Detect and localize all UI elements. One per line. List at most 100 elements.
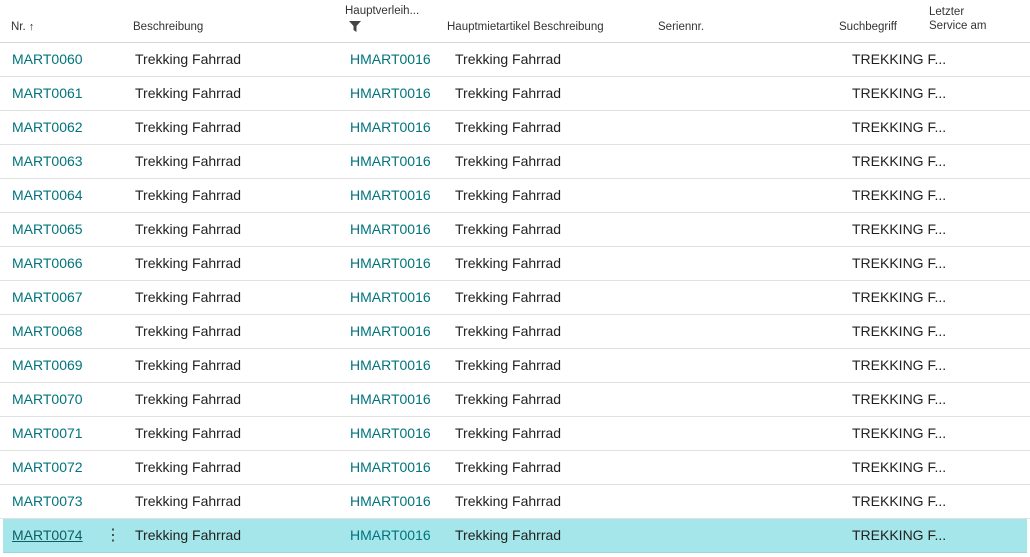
- item-beschreibung: Trekking Fahrrad: [135, 459, 242, 475]
- hauptverleih-link[interactable]: HMART0016: [350, 417, 431, 450]
- table-row[interactable]: MART0073 Trekking Fahrrad HMART0016 Trekkin…: [0, 485, 1030, 519]
- item-nr-link[interactable]: MART0072: [12, 451, 83, 484]
- item-beschreibung: Trekking Fahrrad: [135, 289, 242, 305]
- hauptverleih-link[interactable]: HMART0016: [350, 145, 431, 178]
- item-nr-link[interactable]: MART0065: [12, 213, 83, 246]
- item-beschreibung: Trekking Fahrrad: [135, 425, 242, 441]
- column-header-letzter-service-line2: Service am: [929, 20, 987, 32]
- item-beschreibung: Trekking Fahrrad: [135, 255, 242, 271]
- column-header-nr[interactable]: Nr. ↑: [11, 20, 34, 34]
- table-row[interactable]: MART0069 Trekking Fahrrad HMART0016 Trekkin…: [0, 349, 1030, 383]
- hauptverleih-link[interactable]: HMART0016: [350, 349, 431, 382]
- item-suchbegriff: TREKKING F...: [852, 221, 947, 237]
- hauptmietartikel-beschreibung: Trekking Fahrrad: [455, 527, 562, 543]
- item-nr-link[interactable]: MART0070: [12, 383, 83, 416]
- item-suchbegriff: TREKKING F...: [852, 527, 947, 543]
- hauptmietartikel-beschreibung: Trekking Fahrrad: [455, 153, 562, 169]
- table-row[interactable]: MART0074 Trekking Fahrrad HMART0016 Trekkin…: [3, 519, 1027, 553]
- hauptverleih-link[interactable]: HMART0016: [350, 383, 431, 416]
- item-nr-link[interactable]: MART0062: [12, 111, 83, 144]
- item-beschreibung: Trekking Fahrrad: [135, 153, 242, 169]
- table-row[interactable]: MART0072 Trekking Fahrrad HMART0016 Trekkin…: [0, 451, 1030, 485]
- item-nr-link[interactable]: MART0074: [12, 519, 83, 552]
- table-row[interactable]: MART0066 Trekking Fahrrad HMART0016 Trekkin…: [0, 247, 1030, 281]
- item-suchbegriff: TREKKING F...: [852, 51, 947, 67]
- hauptverleih-link[interactable]: HMART0016: [350, 179, 431, 212]
- item-suchbegriff: TREKKING F...: [852, 187, 947, 203]
- hauptverleih-link[interactable]: HMART0016: [350, 451, 431, 484]
- item-nr-link[interactable]: MART0071: [12, 417, 83, 450]
- more-vertical-icon[interactable]: ⋮: [105, 519, 121, 552]
- item-beschreibung: Trekking Fahrrad: [135, 527, 242, 543]
- item-beschreibung: Trekking Fahrrad: [135, 323, 242, 339]
- table-row[interactable]: MART0067 Trekking Fahrrad HMART0016 Trekkin…: [0, 281, 1030, 315]
- item-nr-link[interactable]: MART0063: [12, 145, 83, 178]
- item-beschreibung: Trekking Fahrrad: [135, 391, 242, 407]
- item-beschreibung: Trekking Fahrrad: [135, 187, 242, 203]
- table-row[interactable]: MART0064 Trekking Fahrrad HMART0016 Trekkin…: [0, 179, 1030, 213]
- item-suchbegriff: TREKKING F...: [852, 493, 947, 509]
- item-beschreibung: Trekking Fahrrad: [135, 357, 242, 373]
- column-header-row: Nr. ↑ Beschreibung Hauptverleih... Hauptm…: [0, 0, 1030, 43]
- hauptmietartikel-beschreibung: Trekking Fahrrad: [455, 255, 562, 271]
- hauptmietartikel-beschreibung: Trekking Fahrrad: [455, 51, 562, 67]
- item-nr-link[interactable]: MART0068: [12, 315, 83, 348]
- table-body: MART0060 Trekking Fahrrad HMART0016 Trekkin…: [0, 43, 1030, 553]
- table-row[interactable]: MART0065 Trekking Fahrrad HMART0016 Trekkin…: [0, 213, 1030, 247]
- item-suchbegriff: TREKKING F...: [852, 85, 947, 101]
- column-header-hauptmietartikel-beschreibung[interactable]: Hauptmietartikel Beschreibung: [447, 20, 604, 34]
- hauptverleih-link[interactable]: HMART0016: [350, 281, 431, 314]
- hauptverleih-link[interactable]: HMART0016: [350, 43, 431, 76]
- item-suchbegriff: TREKKING F...: [852, 255, 947, 271]
- table-row[interactable]: MART0071 Trekking Fahrrad HMART0016 Trekkin…: [0, 417, 1030, 451]
- hauptverleih-link[interactable]: HMART0016: [350, 315, 431, 348]
- hauptmietartikel-beschreibung: Trekking Fahrrad: [455, 119, 562, 135]
- table-row[interactable]: MART0061 Trekking Fahrrad HMART0016 Trekkin…: [0, 77, 1030, 111]
- item-suchbegriff: TREKKING F...: [852, 391, 947, 407]
- item-beschreibung: Trekking Fahrrad: [135, 51, 242, 67]
- table-row[interactable]: MART0068 Trekking Fahrrad HMART0016 Trekkin…: [0, 315, 1030, 349]
- hauptmietartikel-beschreibung: Trekking Fahrrad: [455, 187, 562, 203]
- item-nr-link[interactable]: MART0060: [12, 43, 83, 76]
- item-suchbegriff: TREKKING F...: [852, 289, 947, 305]
- column-header-seriennr[interactable]: Seriennr.: [658, 20, 704, 34]
- item-beschreibung: Trekking Fahrrad: [135, 221, 242, 237]
- column-header-letzter-service-am[interactable]: Letzter Service am: [929, 5, 987, 33]
- hauptmietartikel-beschreibung: Trekking Fahrrad: [455, 357, 562, 373]
- hauptmietartikel-beschreibung: Trekking Fahrrad: [455, 221, 562, 237]
- hauptmietartikel-beschreibung: Trekking Fahrrad: [455, 459, 562, 475]
- hauptmietartikel-beschreibung: Trekking Fahrrad: [455, 493, 562, 509]
- hauptmietartikel-beschreibung: Trekking Fahrrad: [455, 85, 562, 101]
- column-header-hauptverleih[interactable]: Hauptverleih...: [345, 4, 419, 18]
- item-suchbegriff: TREKKING F...: [852, 357, 947, 373]
- table-row[interactable]: MART0060 Trekking Fahrrad HMART0016 Trekkin…: [0, 43, 1030, 77]
- column-header-beschreibung[interactable]: Beschreibung: [133, 20, 203, 34]
- hauptverleih-link[interactable]: HMART0016: [350, 111, 431, 144]
- item-nr-link[interactable]: MART0061: [12, 77, 83, 110]
- item-nr-link[interactable]: MART0069: [12, 349, 83, 382]
- filter-icon[interactable]: [349, 21, 361, 32]
- item-nr-link[interactable]: MART0066: [12, 247, 83, 280]
- item-list-grid: Nr. ↑ Beschreibung Hauptverleih... Hauptm…: [0, 0, 1030, 557]
- item-nr-link[interactable]: MART0067: [12, 281, 83, 314]
- hauptverleih-link[interactable]: HMART0016: [350, 247, 431, 280]
- item-beschreibung: Trekking Fahrrad: [135, 85, 242, 101]
- table-row[interactable]: MART0070 Trekking Fahrrad HMART0016 Trekkin…: [0, 383, 1030, 417]
- item-beschreibung: Trekking Fahrrad: [135, 493, 242, 509]
- sort-ascending-icon: ↑: [28, 21, 35, 33]
- hauptverleih-link[interactable]: HMART0016: [350, 77, 431, 110]
- table-row[interactable]: MART0063 Trekking Fahrrad HMART0016 Trekkin…: [0, 145, 1030, 179]
- item-suchbegriff: TREKKING F...: [852, 119, 947, 135]
- hauptmietartikel-beschreibung: Trekking Fahrrad: [455, 425, 562, 441]
- item-suchbegriff: TREKKING F...: [852, 153, 947, 169]
- item-suchbegriff: TREKKING F...: [852, 459, 947, 475]
- hauptverleih-link[interactable]: HMART0016: [350, 213, 431, 246]
- item-nr-link[interactable]: MART0073: [12, 485, 83, 518]
- column-header-nr-label: Nr.: [11, 21, 26, 33]
- item-nr-link[interactable]: MART0064: [12, 179, 83, 212]
- table-row[interactable]: MART0062 Trekking Fahrrad HMART0016 Trekkin…: [0, 111, 1030, 145]
- hauptverleih-link[interactable]: HMART0016: [350, 519, 431, 552]
- column-header-suchbegriff[interactable]: Suchbegriff: [839, 20, 897, 34]
- hauptmietartikel-beschreibung: Trekking Fahrrad: [455, 391, 562, 407]
- hauptverleih-link[interactable]: HMART0016: [350, 485, 431, 518]
